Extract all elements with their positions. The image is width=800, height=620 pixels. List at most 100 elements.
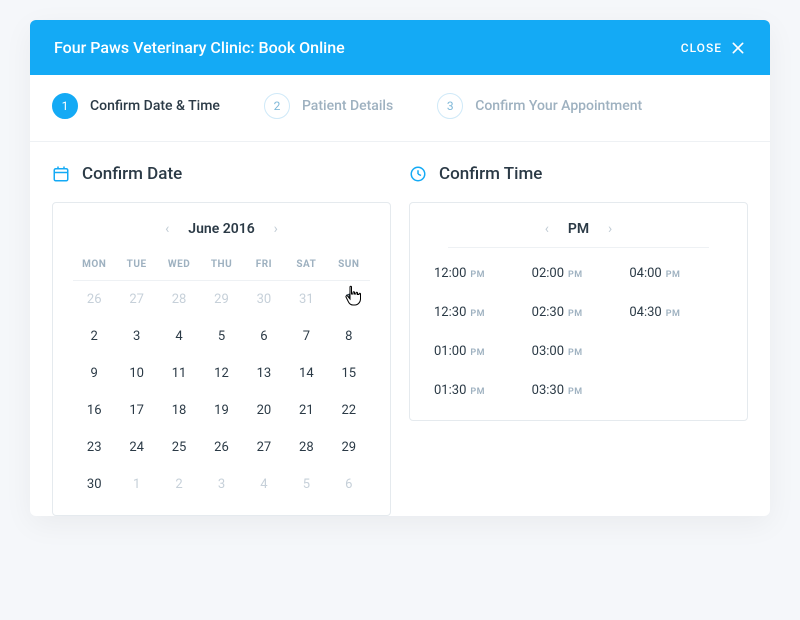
calendar-day[interactable]: 2 — [73, 318, 115, 355]
calendar-day[interactable]: 8 — [328, 318, 370, 355]
time-slot[interactable]: 12:30 PM — [434, 305, 528, 320]
time-slot[interactable]: 01:30PM — [434, 383, 528, 398]
step-label: Confirm Date & Time — [90, 98, 220, 114]
calendar-day-header: SUN — [328, 245, 370, 281]
time-period: PM — [568, 270, 583, 280]
calendar-day[interactable]: 19 — [200, 392, 242, 429]
time-column: Confirm Time ‹ PM › 12:00 PM 12:30 PM 01:00P… — [409, 164, 748, 516]
calendar-day[interactable]: 2 — [158, 466, 200, 503]
time-panel: ‹ PM › 12:00 PM 12:30 PM 01:00PM 01:30PM 02:00… — [409, 202, 748, 421]
time-period: PM — [568, 309, 583, 319]
time-period: PM — [470, 270, 485, 280]
step-2[interactable]: 2 Patient Details — [264, 93, 393, 119]
prev-period-button[interactable]: ‹ — [540, 221, 554, 237]
calendar-day[interactable]: 12 — [200, 355, 242, 392]
clock-icon — [409, 165, 427, 183]
time-value: 03:00 — [532, 344, 564, 359]
calendar-day[interactable]: 13 — [243, 355, 285, 392]
calendar-day-header: SAT — [285, 245, 327, 281]
calendar-day[interactable]: 30 — [243, 281, 285, 318]
time-slot[interactable]: 04:00PM — [629, 266, 723, 281]
calendar-day[interactable]: 26 — [200, 429, 242, 466]
calendar-panel: ‹ June 2016 › MONTUEWEDTHUFRISATSUN26272… — [52, 202, 391, 516]
month-label: June 2016 — [184, 221, 258, 237]
calendar-day[interactable]: 6 — [243, 318, 285, 355]
calendar-day[interactable]: 5 — [285, 466, 327, 503]
close-label: CLOSE — [681, 41, 722, 55]
time-slot[interactable]: 02:00 PM — [532, 266, 626, 281]
calendar-day[interactable]: 29 — [200, 281, 242, 318]
time-slot[interactable]: 04:30PM — [629, 305, 723, 320]
content: Confirm Date ‹ June 2016 › MONTUEWEDTHUF… — [30, 142, 770, 516]
time-period: PM — [470, 387, 485, 397]
calendar-day[interactable]: 28 — [158, 281, 200, 318]
step-label: Confirm Your Appointment — [475, 98, 642, 114]
calendar-day[interactable]: 15 — [328, 355, 370, 392]
calendar-day[interactable]: 3 — [200, 466, 242, 503]
calendar-day[interactable]: 18 — [158, 392, 200, 429]
calendar-day-header: MON — [73, 245, 115, 281]
calendar-day[interactable]: 31 — [285, 281, 327, 318]
date-section-head: Confirm Date — [52, 164, 391, 184]
calendar-day[interactable]: 4 — [158, 318, 200, 355]
calendar-day[interactable]: 28 — [285, 429, 327, 466]
time-slot[interactable]: 01:00PM — [434, 344, 528, 359]
calendar-day-header: THU — [200, 245, 242, 281]
calendar-day[interactable]: 3 — [115, 318, 157, 355]
calendar-grid: MONTUEWEDTHUFRISATSUN2627282930311234567… — [73, 245, 370, 503]
calendar-day[interactable]: 29 — [328, 429, 370, 466]
time-grid: 12:00PM12:30PM01:00PM01:30PM02:00PM02:30… — [430, 266, 727, 408]
time-section-head: Confirm Time — [409, 164, 748, 184]
time-slot[interactable]: 03:30PM — [532, 383, 626, 398]
step-label: Patient Details — [302, 98, 393, 114]
prev-month-button[interactable]: ‹ — [160, 221, 174, 237]
time-slot[interactable]: 03:00PM — [532, 344, 626, 359]
calendar-day[interactable]: 11 — [158, 355, 200, 392]
calendar-day[interactable]: 26 — [73, 281, 115, 318]
time-period: PM — [666, 270, 681, 280]
step-num: 3 — [437, 93, 463, 119]
calendar-day[interactable]: 27 — [115, 281, 157, 318]
step-1[interactable]: 1Confirm Date & Time — [52, 93, 220, 119]
time-slot[interactable]: 02:30 PM — [532, 305, 626, 320]
time-slot[interactable]: 12:00 PM — [434, 266, 528, 281]
calendar-day[interactable]: 7 — [285, 318, 327, 355]
calendar-day[interactable]: 6 — [328, 466, 370, 503]
time-value: 02:30 — [532, 305, 564, 320]
calendar-day[interactable]: 1 — [115, 466, 157, 503]
calendar-day[interactable]: 1 — [328, 281, 370, 318]
step-num: 2 — [264, 93, 290, 119]
calendar-day-header: WED — [158, 245, 200, 281]
calendar-day[interactable]: 20 — [243, 392, 285, 429]
calendar-day[interactable]: 5 — [200, 318, 242, 355]
calendar-day[interactable]: 14 — [285, 355, 327, 392]
time-value: 02:00 — [532, 266, 564, 281]
calendar-day[interactable]: 9 — [73, 355, 115, 392]
calendar-day[interactable]: 4 — [243, 466, 285, 503]
month-nav: ‹ June 2016 › — [73, 221, 370, 237]
calendar-day[interactable]: 30 — [73, 466, 115, 503]
time-period: PM — [568, 387, 583, 397]
calendar-day[interactable]: 27 — [243, 429, 285, 466]
close-button[interactable]: CLOSE — [681, 40, 746, 56]
time-value: 12:30 — [434, 305, 466, 320]
calendar-day[interactable]: 21 — [285, 392, 327, 429]
next-month-button[interactable]: › — [269, 221, 283, 237]
time-value: 04:30 — [629, 305, 661, 320]
time-value: 12:00 — [434, 266, 466, 281]
next-period-button[interactable]: › — [603, 221, 617, 237]
calendar-day[interactable]: 17 — [115, 392, 157, 429]
stepper: 1Confirm Date & Time 2 Patient Details 3 Con… — [30, 75, 770, 142]
calendar-day[interactable]: 22 — [328, 392, 370, 429]
calendar-day[interactable]: 24 — [115, 429, 157, 466]
close-icon — [730, 40, 746, 56]
calendar-day[interactable]: 10 — [115, 355, 157, 392]
step-3[interactable]: 3 Confirm Your Appointment — [437, 93, 642, 119]
date-section-title: Confirm Date — [82, 164, 182, 184]
calendar-day[interactable]: 16 — [73, 392, 115, 429]
time-period: PM — [470, 309, 485, 319]
period-nav: ‹ PM › — [430, 221, 727, 237]
calendar-day[interactable]: 23 — [73, 429, 115, 466]
calendar-icon — [52, 165, 70, 183]
calendar-day[interactable]: 25 — [158, 429, 200, 466]
